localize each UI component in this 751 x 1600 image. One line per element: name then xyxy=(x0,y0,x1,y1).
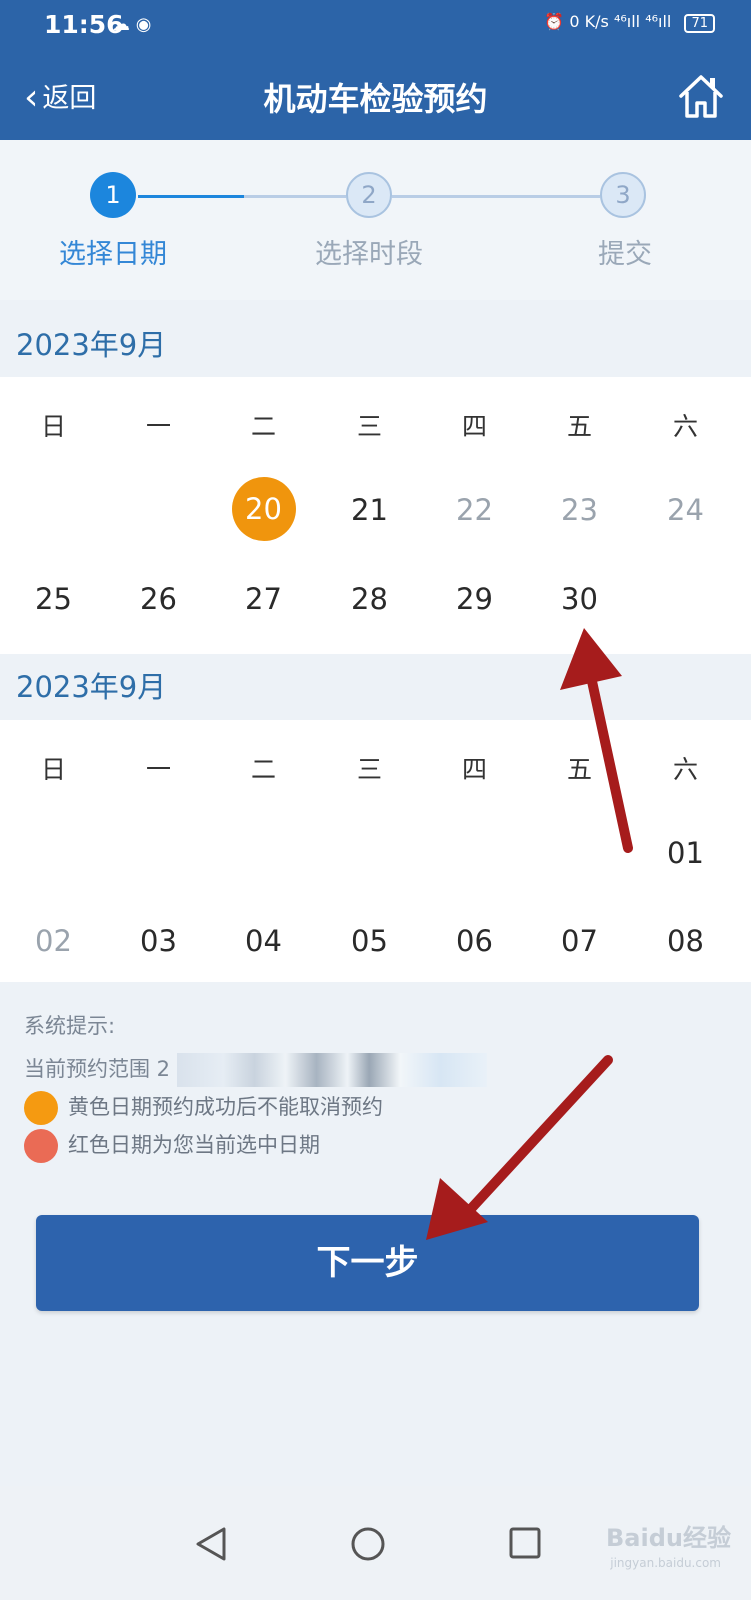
back-triangle-icon[interactable] xyxy=(194,1526,228,1562)
watermark-url: jingyan.baidu.com xyxy=(610,1556,721,1570)
arrow-annotation xyxy=(426,1055,613,1240)
annotation-arrows xyxy=(426,628,633,1240)
watermark-logo: Baidu经验 xyxy=(606,1524,731,1552)
arrow-annotation xyxy=(560,628,633,853)
home-circle-icon[interactable] xyxy=(350,1526,386,1562)
recents-square-icon[interactable] xyxy=(508,1526,542,1560)
